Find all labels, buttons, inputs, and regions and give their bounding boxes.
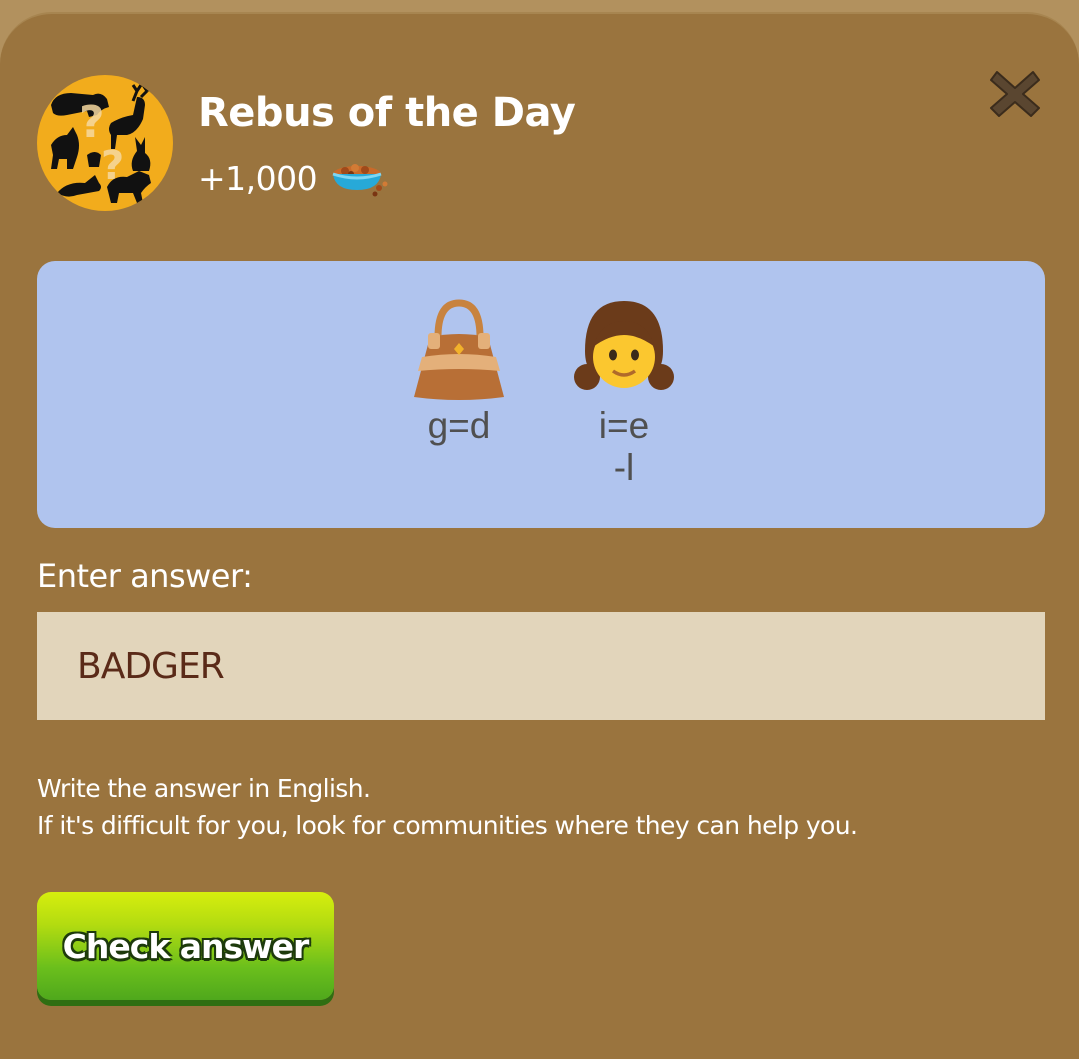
- reward: +1,000: [198, 154, 391, 203]
- answer-label: Enter answer:: [37, 557, 253, 595]
- hint-line: If it's difficult for you, look for comm…: [37, 811, 858, 840]
- rebus-item-handbag: g=d: [399, 295, 519, 447]
- handbag-icon: [399, 295, 519, 405]
- pet-food-bowl-icon: [327, 154, 391, 203]
- close-icon[interactable]: [985, 64, 1045, 124]
- rebus-clue: i=e: [598, 405, 650, 446]
- hint-text: Write the answer in English. If it's dif…: [37, 770, 858, 844]
- animal-silhouettes-avatar: ? ?: [37, 75, 173, 211]
- rebus-dialog: ? ? Rebus of the Day +1,000 g=d i=e -l E…: [0, 12, 1079, 1059]
- rebus-clue: -l: [613, 447, 635, 488]
- girl-icon: [565, 295, 683, 405]
- hint-line: Write the answer in English.: [37, 774, 371, 803]
- dialog-title: Rebus of the Day: [198, 90, 576, 136]
- answer-input[interactable]: [37, 612, 1045, 720]
- reward-amount: +1,000: [198, 159, 318, 198]
- check-answer-button[interactable]: Check answer: [37, 892, 334, 1000]
- screen: ? ? Rebus of the Day +1,000 g=d i=e -l E…: [0, 0, 1079, 1059]
- svg-text:?: ?: [79, 97, 105, 148]
- rebus-item-girl: i=e -l: [565, 295, 683, 489]
- rebus-puzzle-card: g=d i=e -l: [37, 261, 1045, 528]
- rebus-clue: g=d: [427, 405, 491, 446]
